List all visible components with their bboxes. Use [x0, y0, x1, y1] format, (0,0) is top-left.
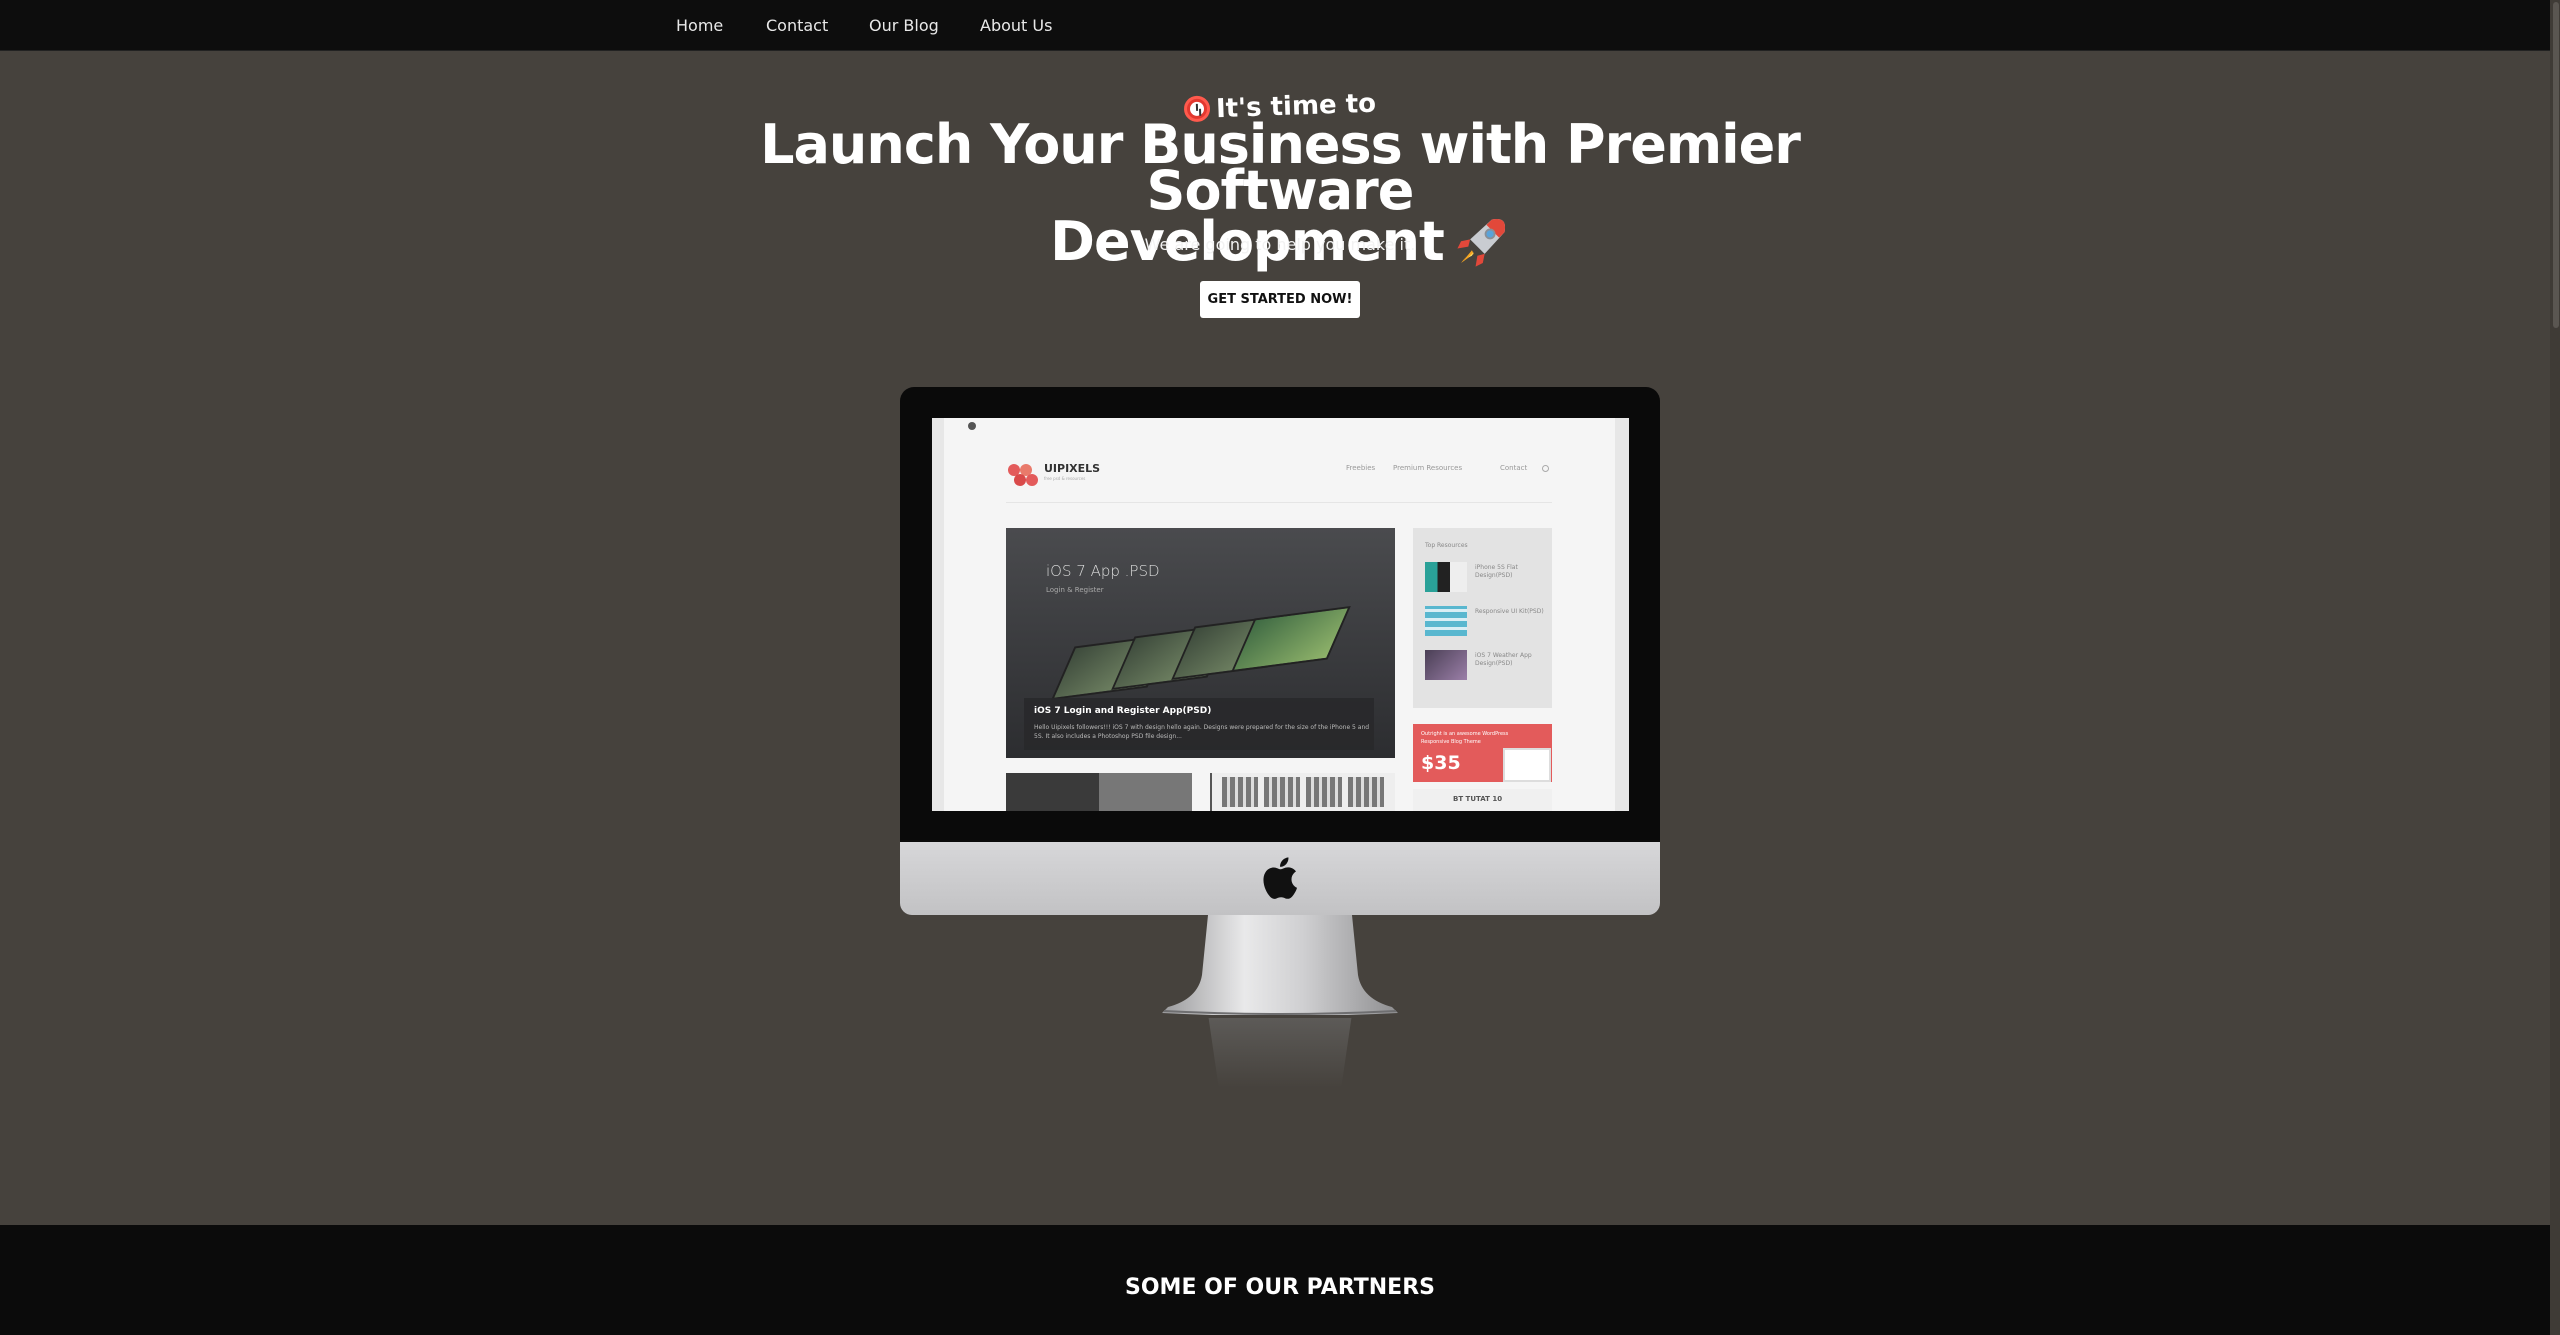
nav-home[interactable]: Home	[676, 16, 723, 36]
site-search-icon	[1542, 465, 1549, 472]
page-scrollbar[interactable]	[2550, 0, 2560, 1335]
stand-reflection	[1208, 1018, 1352, 1088]
apple-logo-icon	[1263, 857, 1297, 899]
feature-title: iOS 7 App .PSD	[1046, 562, 1160, 580]
uipixels-logo-icon	[1008, 464, 1038, 486]
site-nav-freebies: Freebies	[1346, 464, 1376, 472]
feature-subtitle: Login & Register	[1046, 586, 1104, 594]
featured-post: iOS 7 App .PSD Login & Register iOS 7 Lo…	[1006, 528, 1395, 758]
site-name: UIPIXELS	[1044, 462, 1101, 475]
phone-mockup	[1231, 606, 1351, 672]
site-tagline: free psd & resources	[1044, 476, 1086, 481]
post-thumbnail	[1006, 773, 1192, 811]
monitor-stand	[1162, 915, 1398, 1015]
nav-our-blog[interactable]: Our Blog	[869, 16, 939, 36]
website-preview: UIPIXELS free psd & resources Freebies P…	[944, 418, 1615, 811]
site-nav-contact: Contact	[1500, 464, 1528, 472]
sidebar-title: Top Resources	[1425, 542, 1468, 549]
hero-title-line1: Launch Your Business with Premier Softwa…	[760, 113, 1801, 222]
promo-device-image	[1503, 748, 1551, 782]
imac-mockup: UIPIXELS free psd & resources Freebies P…	[900, 387, 1660, 915]
caption-text: Hello Uipixels followers!!! iOS 7 with d…	[1034, 724, 1370, 740]
resource-title: iPhone 5S Flat Design(PSD)	[1475, 564, 1518, 579]
resource-thumbnail	[1425, 562, 1467, 592]
partners-title: SOME OF OUR PARTNERS	[1125, 1275, 1435, 1300]
resource-title: iOS 7 Weather App Design(PSD)	[1475, 652, 1532, 667]
partners-section: SOME OF OUR PARTNERS	[0, 1225, 2560, 1335]
site-divider	[1006, 502, 1552, 503]
top-resources-box: Top Resources iPhone 5S Flat Design(PSD)…	[1413, 528, 1552, 708]
nav-about-us[interactable]: About Us	[980, 16, 1052, 36]
screen-corner-icon	[968, 422, 976, 430]
top-nav: Home Contact Our Blog About Us	[0, 0, 2560, 51]
promo-banner: Outright is an awesome WordPress Respons…	[1413, 724, 1552, 782]
resource-thumbnail	[1425, 606, 1467, 636]
sidebar-footer: BT TUTAT 10	[1413, 789, 1552, 811]
hero-subtitle: We are going to help you make it.	[1144, 235, 1416, 254]
post-thumbnail	[1210, 773, 1395, 811]
resource-thumbnail	[1425, 650, 1467, 680]
promo-price: $35	[1421, 752, 1461, 774]
monitor-bezel: UIPIXELS free psd & resources Freebies P…	[900, 387, 1660, 842]
site-nav-premium: Premium Resources	[1393, 464, 1463, 472]
resource-title: Responsive UI Kit(PSD)	[1475, 608, 1544, 615]
monitor-screen: UIPIXELS free psd & resources Freebies P…	[932, 418, 1629, 811]
nav-contact[interactable]: Contact	[766, 16, 828, 36]
get-started-button[interactable]: GET STARTED NOW!	[1200, 281, 1360, 318]
feature-caption: iOS 7 Login and Register App(PSD) Hello …	[1024, 698, 1374, 750]
promo-text: Outright is an awesome WordPress Respons…	[1421, 731, 1509, 745]
caption-title: iOS 7 Login and Register App(PSD)	[1034, 706, 1212, 716]
scrollbar-thumb[interactable]	[2553, 2, 2559, 328]
